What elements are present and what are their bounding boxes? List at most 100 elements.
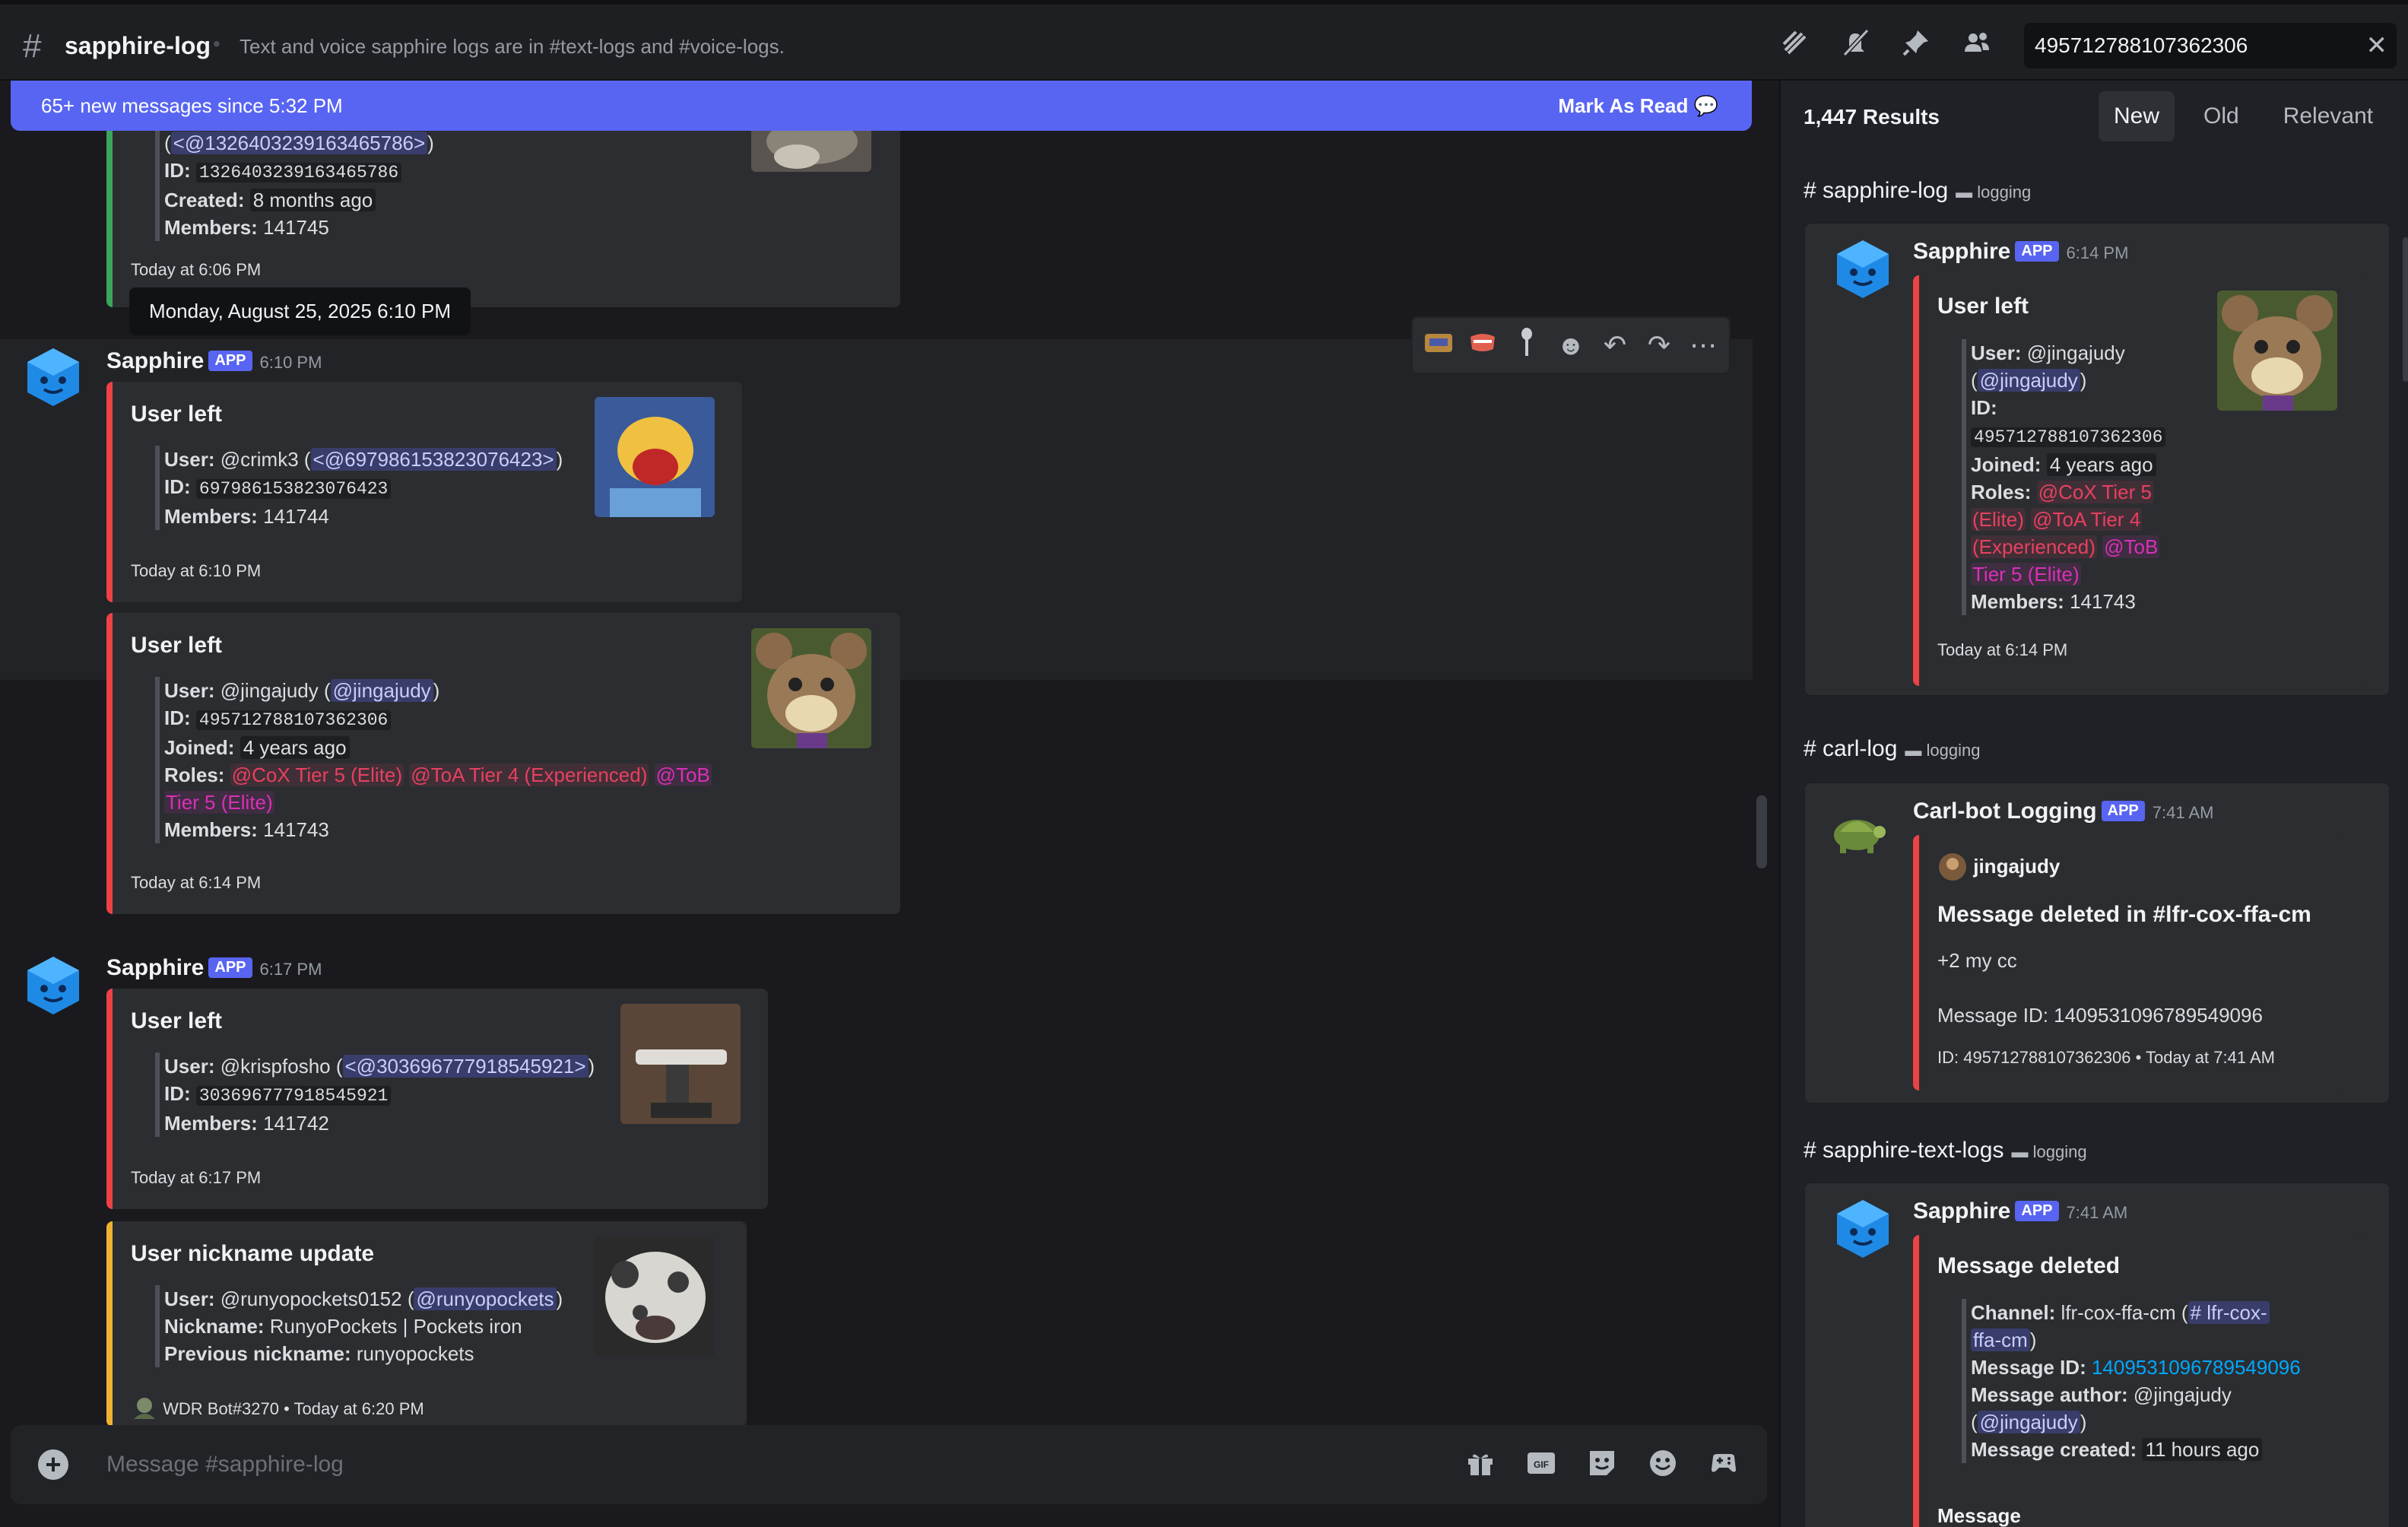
result-channel-header[interactable]: # sapphire-log ▬ logging [1804,178,2031,204]
embed-title: User left [131,402,223,427]
result-author: Carl-bot Logging APP 7:41 AM [1913,798,2214,824]
folder-icon: ▬ [1956,183,1973,202]
forward-icon[interactable]: ↷ [1644,329,1674,361]
members-icon[interactable] [1962,27,1992,58]
channel-topic[interactable]: Text and voice sapphire logs are in #tex… [240,35,785,59]
more-icon[interactable]: ⋯ [1688,329,1718,361]
app-badge: APP [208,351,252,371]
embed-thumbnail[interactable] [595,397,715,517]
sticker-icon[interactable] [1586,1448,1618,1480]
embed-footer: WDR Bot#3270 • Today at 6:20 PM [131,1396,424,1419]
emoji-icon[interactable] [1647,1448,1679,1480]
folder-icon: ▬ [2011,1142,2029,1161]
embed-thumbnail[interactable] [595,1237,715,1357]
embed-user-left-2: User left User: @jingajudy (@jingajudy) … [106,613,900,914]
channel-name: sapphire-log [65,32,211,59]
user-mention[interactable]: <@1326403239163465786> [170,132,428,154]
gif-icon[interactable]: GIF [1525,1448,1557,1480]
sapphire-avatar [1837,1200,1889,1258]
embed-thumbnail[interactable] [620,1004,741,1124]
sapphire-avatar [1837,240,1889,298]
embed-nickname-update: User nickname update User: @runyopockets… [106,1221,747,1427]
message-author[interactable]: Sapphire APP 6:10 PM [106,348,322,374]
result-embed: jingajudy Message deleted in #lfr-cox-ff… [1913,835,2340,1090]
sapphire-avatar[interactable] [23,347,84,408]
user-mention[interactable]: <@303696777918545921> [342,1055,589,1078]
message-composer: + GIF [11,1425,1767,1504]
embed-thumbnail[interactable] [751,126,871,172]
wdr-bot-icon [134,1398,155,1419]
reply-icon[interactable]: ↶ [1600,329,1630,361]
svg-text:GIF: GIF [1534,1459,1549,1470]
role-mention[interactable]: @ToB [654,764,712,786]
search-box[interactable]: ✕ [2024,23,2397,68]
threads-icon[interactable] [1779,27,1810,58]
composer-icons: GIF [1464,1448,1740,1480]
embed-body: User: @runyopockets0152 (@runyopockets) … [155,1285,627,1367]
chat-area: (<@1326403239163465786>) ID: 13264032391… [0,81,1779,1527]
result-embed: Message deleted Channel: lfr-cox-ffa-cm … [1913,1235,2362,1527]
message-actions-bar: ☻ ↶ ↷ ⋯ [1411,316,1731,374]
embed-title: User left [131,633,223,658]
message-timestamp[interactable]: 6:10 PM [260,353,322,372]
reaction-emoji-3-icon[interactable] [1512,327,1542,364]
result-channel-header[interactable]: # carl-log ▬ logging [1804,736,1980,762]
embed-title: User left [131,1008,223,1033]
results-scrollbar[interactable] [2403,237,2408,382]
role-mention[interactable]: @CoX Tier 5 (Elite) [230,764,405,786]
search-input[interactable] [2035,32,2354,59]
mark-as-read-button[interactable]: Mark As Read 💬 [1558,94,1718,118]
add-attachment-button[interactable]: + [38,1449,68,1480]
embed-thumbnail[interactable] [751,628,871,748]
reaction-emoji-2-icon[interactable] [1467,329,1498,362]
embed-body: (<@1326403239163465786>) ID: 13264032391… [155,129,733,241]
folder-icon: ▬ [1905,741,1922,760]
apps-icon[interactable] [1708,1448,1740,1480]
id-value: 1326403239163465786 [195,163,402,183]
channel-thread-icon: # [1804,1138,1816,1163]
reaction-emoji-1-icon[interactable] [1423,329,1454,362]
carl-bot-avatar [1834,820,1886,853]
mute-icon[interactable] [1840,27,1870,58]
channel-thread-icon: # [1804,178,1816,203]
channel-thread-icon: # [1804,736,1816,761]
gift-icon[interactable] [1464,1448,1496,1480]
message-author[interactable]: Sapphire APP 6:17 PM [106,955,322,981]
chat-scrollbar[interactable] [1756,795,1767,868]
result-author: Sapphire APP 6:14 PM [1913,239,2129,264]
header-icons [1779,27,1992,58]
mark-read-icon: 💬 [1693,94,1718,117]
embed-thumbnail [2217,290,2337,411]
timestamp-tooltip: Monday, August 25, 2025 6:10 PM [129,287,471,335]
sort-new-tab[interactable]: New [2099,91,2175,141]
embed-footer: Today at 6:06 PM [131,260,262,279]
add-reaction-icon[interactable]: ☻ [1556,329,1586,361]
sapphire-avatar[interactable] [23,955,84,1016]
new-messages-bar[interactable]: 65+ new messages since 5:32 PM Mark As R… [11,81,1752,131]
result-embed: User left User: @jingajudy (@jingajudy) … [1913,275,2365,686]
embed-footer: Today at 6:10 PM [131,561,262,580]
sort-tabs: New Old Relevant [2099,91,2388,141]
user-mention[interactable]: @runyopockets [414,1287,557,1310]
search-result-card[interactable]: Sapphire APP 7:41 AM Message deleted Chann… [1804,1182,2391,1527]
embed-title: User nickname update [131,1241,375,1266]
role-mention[interactable]: @ToA Tier 4 (Experienced) [409,764,649,786]
pin-icon[interactable] [1901,27,1931,58]
user-mention[interactable]: <@697986153823076423> [310,448,557,471]
new-messages-text: 65+ new messages since 5:32 PM [41,94,343,117]
user-mention[interactable]: @jingajudy [330,679,433,702]
search-result-card[interactable]: Sapphire APP 6:14 PM User left User: @jing… [1804,222,2391,697]
message-timestamp[interactable]: 6:17 PM [260,960,322,979]
results-count: 1,447 Results [1804,105,1940,129]
search-result-card[interactable]: Carl-bot Logging APP 7:41 AM jingajudy Mes… [1804,782,2391,1104]
role-mention[interactable]: Tier 5 (Elite) [164,791,274,814]
embed-footer: Today at 6:17 PM [131,1168,262,1187]
result-channel-header[interactable]: # sapphire-text-logs ▬ logging [1804,1138,2087,1164]
channel-header: # sapphire-log • Text and voice sapphire… [0,0,2408,81]
clear-search-icon[interactable]: ✕ [2366,30,2388,61]
sort-relevant-tab[interactable]: Relevant [2268,91,2388,141]
message-input[interactable] [106,1449,1323,1480]
search-results-panel: 1,447 Results New Old Relevant # sapphir… [1779,81,2408,1527]
sort-old-tab[interactable]: Old [2188,91,2254,141]
result-author: Sapphire APP 7:41 AM [1913,1198,2128,1224]
